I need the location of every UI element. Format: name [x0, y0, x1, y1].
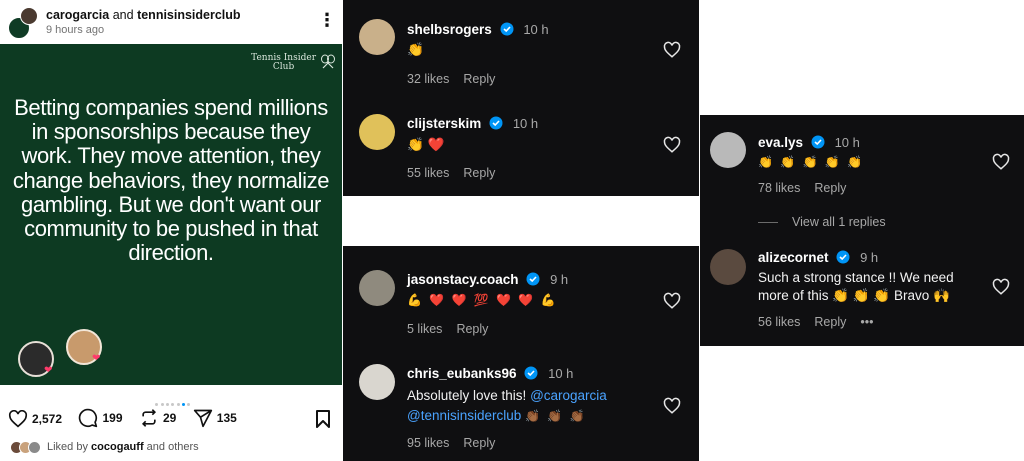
comment-meta: 56 likes Reply •••: [758, 315, 888, 329]
carousel-dot: [165, 403, 169, 406]
carousel-dot-active: [182, 403, 186, 406]
mention-link[interactable]: @carogarcia: [530, 388, 607, 403]
comment-like-heart-icon[interactable]: [992, 278, 1010, 296]
heart-icon: [8, 410, 28, 428]
more-options-icon[interactable]: •••: [860, 315, 873, 329]
author-username[interactable]: carogarcia: [46, 8, 109, 22]
comment-like-count: 78 likes: [758, 181, 801, 195]
comment-meta: 78 likes Reply: [758, 181, 860, 195]
comment-like-count: 95 likes: [407, 436, 450, 450]
comment-like-heart-icon[interactable]: [992, 153, 1010, 171]
comment-username[interactable]: alizecornet 9 h: [758, 250, 878, 265]
verified-badge-icon: [836, 250, 850, 264]
comments-panel: eva.lys 10 h 👏 👏 👏 👏 👏 78 likes Reply Vie…: [700, 115, 1024, 346]
comment-text-line2: more of this 👏 👏 👏 Bravo 🙌: [758, 288, 950, 303]
commenter-avatar[interactable]: [359, 19, 395, 55]
comments-panel: shelbsrogers 10 h 👏 32 likes Reply clijst…: [343, 0, 699, 196]
comment-text: 👏: [407, 42, 424, 57]
collaborator-username[interactable]: tennisinsiderclub: [137, 8, 241, 22]
bookmark-icon[interactable]: [315, 409, 331, 429]
carousel-indicator: [154, 393, 192, 406]
comment-icon: [79, 408, 98, 428]
comment-count: 199: [102, 411, 123, 425]
comment-text: 👏 👏 👏 👏 👏: [758, 155, 865, 169]
reply-button[interactable]: Reply: [463, 72, 495, 86]
comment-like-count: 55 likes: [407, 166, 450, 180]
reply-button[interactable]: Reply: [814, 181, 846, 195]
commenter-avatar[interactable]: [359, 114, 395, 150]
reply-button[interactable]: Reply: [463, 166, 495, 180]
comment-like-count: 5 likes: [407, 322, 443, 336]
commenter-avatar[interactable]: [710, 249, 746, 285]
post-actions: 2,572 199 29 135: [8, 408, 249, 430]
post-image[interactable]: Tennis Insider Club Betting companies sp…: [0, 44, 342, 385]
instagram-post: carogarcia and tennisinsiderclub 9 hours…: [0, 0, 342, 461]
comment-like-heart-icon[interactable]: [663, 136, 681, 154]
comment-like-count: 56 likes: [758, 315, 801, 329]
liked-by-username[interactable]: cocogauff: [91, 441, 144, 453]
share-count: 135: [216, 411, 237, 425]
comment-username[interactable]: clijsterskim 10 h: [407, 116, 538, 131]
send-icon: [193, 409, 212, 428]
tennis-racket-icon: [321, 54, 335, 69]
comment-username[interactable]: jasonstacy.coach 9 h: [407, 272, 568, 287]
heart-badge-icon: ❤: [92, 353, 101, 364]
heart-badge-icon: ❤: [44, 365, 53, 376]
comment-username[interactable]: shelbsrogers 10 h: [407, 22, 549, 37]
commenter-avatar[interactable]: [359, 270, 395, 306]
comment-button[interactable]: 199: [78, 408, 123, 428]
comment-username[interactable]: eva.lys 10 h: [758, 135, 860, 150]
liked-by: Liked by cocogauff and others: [10, 438, 199, 456]
mention-link[interactable]: @tennisinsiderclub: [407, 408, 521, 423]
comment-meta: 32 likes Reply: [407, 72, 509, 86]
carousel-dot: [176, 403, 180, 406]
comment-meta: 95 likes Reply: [407, 436, 509, 450]
comment-text: Such a strong stance !! We need: [758, 270, 954, 285]
comment-like-heart-icon[interactable]: [663, 397, 681, 415]
like-count: 2,572: [32, 412, 63, 426]
liker-avatar[interactable]: [28, 440, 41, 454]
carousel-dot: [160, 403, 164, 406]
repost-icon: [141, 409, 156, 427]
comment-username[interactable]: chris_eubanks96 10 h: [407, 366, 573, 381]
comment-like-heart-icon[interactable]: [663, 292, 681, 310]
more-options-icon[interactable]: ⋮: [318, 10, 336, 32]
view-replies-link[interactable]: View all 1 replies: [792, 215, 886, 229]
comment-text: Absolutely love this! @carogarcia: [407, 388, 607, 403]
comment-text: 👏 ❤️: [407, 137, 445, 152]
like-button[interactable]: 2,572: [8, 410, 62, 428]
post-time: 9 hours ago: [46, 24, 105, 36]
post-author-avatars[interactable]: [8, 7, 38, 39]
reply-button[interactable]: Reply: [456, 322, 488, 336]
verified-badge-icon: [524, 366, 538, 380]
post-authors: carogarcia and tennisinsiderclub: [46, 8, 241, 22]
authors-and: and: [112, 8, 134, 22]
carousel-dot: [171, 403, 175, 406]
comment-text-line2: @tennisinsiderclub 👏🏾 👏🏾 👏🏾: [407, 408, 587, 423]
reply-button[interactable]: Reply: [463, 436, 495, 450]
brand-logo: Tennis Insider Club: [251, 53, 316, 72]
post-quote-text: Betting companies spend millions in spon…: [12, 95, 330, 266]
post-header: carogarcia and tennisinsiderclub 9 hours…: [0, 0, 342, 44]
commenter-avatar[interactable]: [710, 132, 746, 168]
share-button[interactable]: 135: [193, 408, 237, 428]
verified-badge-icon: [526, 272, 540, 286]
carousel-dot: [155, 403, 159, 406]
carousel-dot: [187, 403, 191, 406]
reply-button[interactable]: Reply: [814, 315, 846, 329]
commenter-avatar[interactable]: [359, 364, 395, 400]
comments-panel: jasonstacy.coach 9 h 💪 ❤️ ❤️ 💯 ❤️ ❤️ 💪 5…: [343, 246, 699, 461]
comment-meta: 55 likes Reply: [407, 166, 509, 180]
comment-text: 💪 ❤️ ❤️ 💯 ❤️ ❤️ 💪: [407, 293, 558, 307]
repost-button[interactable]: 29: [139, 408, 176, 428]
comment-like-count: 32 likes: [407, 72, 450, 86]
verified-badge-icon: [811, 135, 825, 149]
verified-badge-icon: [500, 22, 514, 36]
comment-like-heart-icon[interactable]: [663, 41, 681, 59]
verified-badge-icon: [489, 116, 503, 130]
comment-meta: 5 likes Reply: [407, 322, 502, 336]
repost-count: 29: [162, 411, 177, 425]
replies-divider: [758, 222, 778, 223]
